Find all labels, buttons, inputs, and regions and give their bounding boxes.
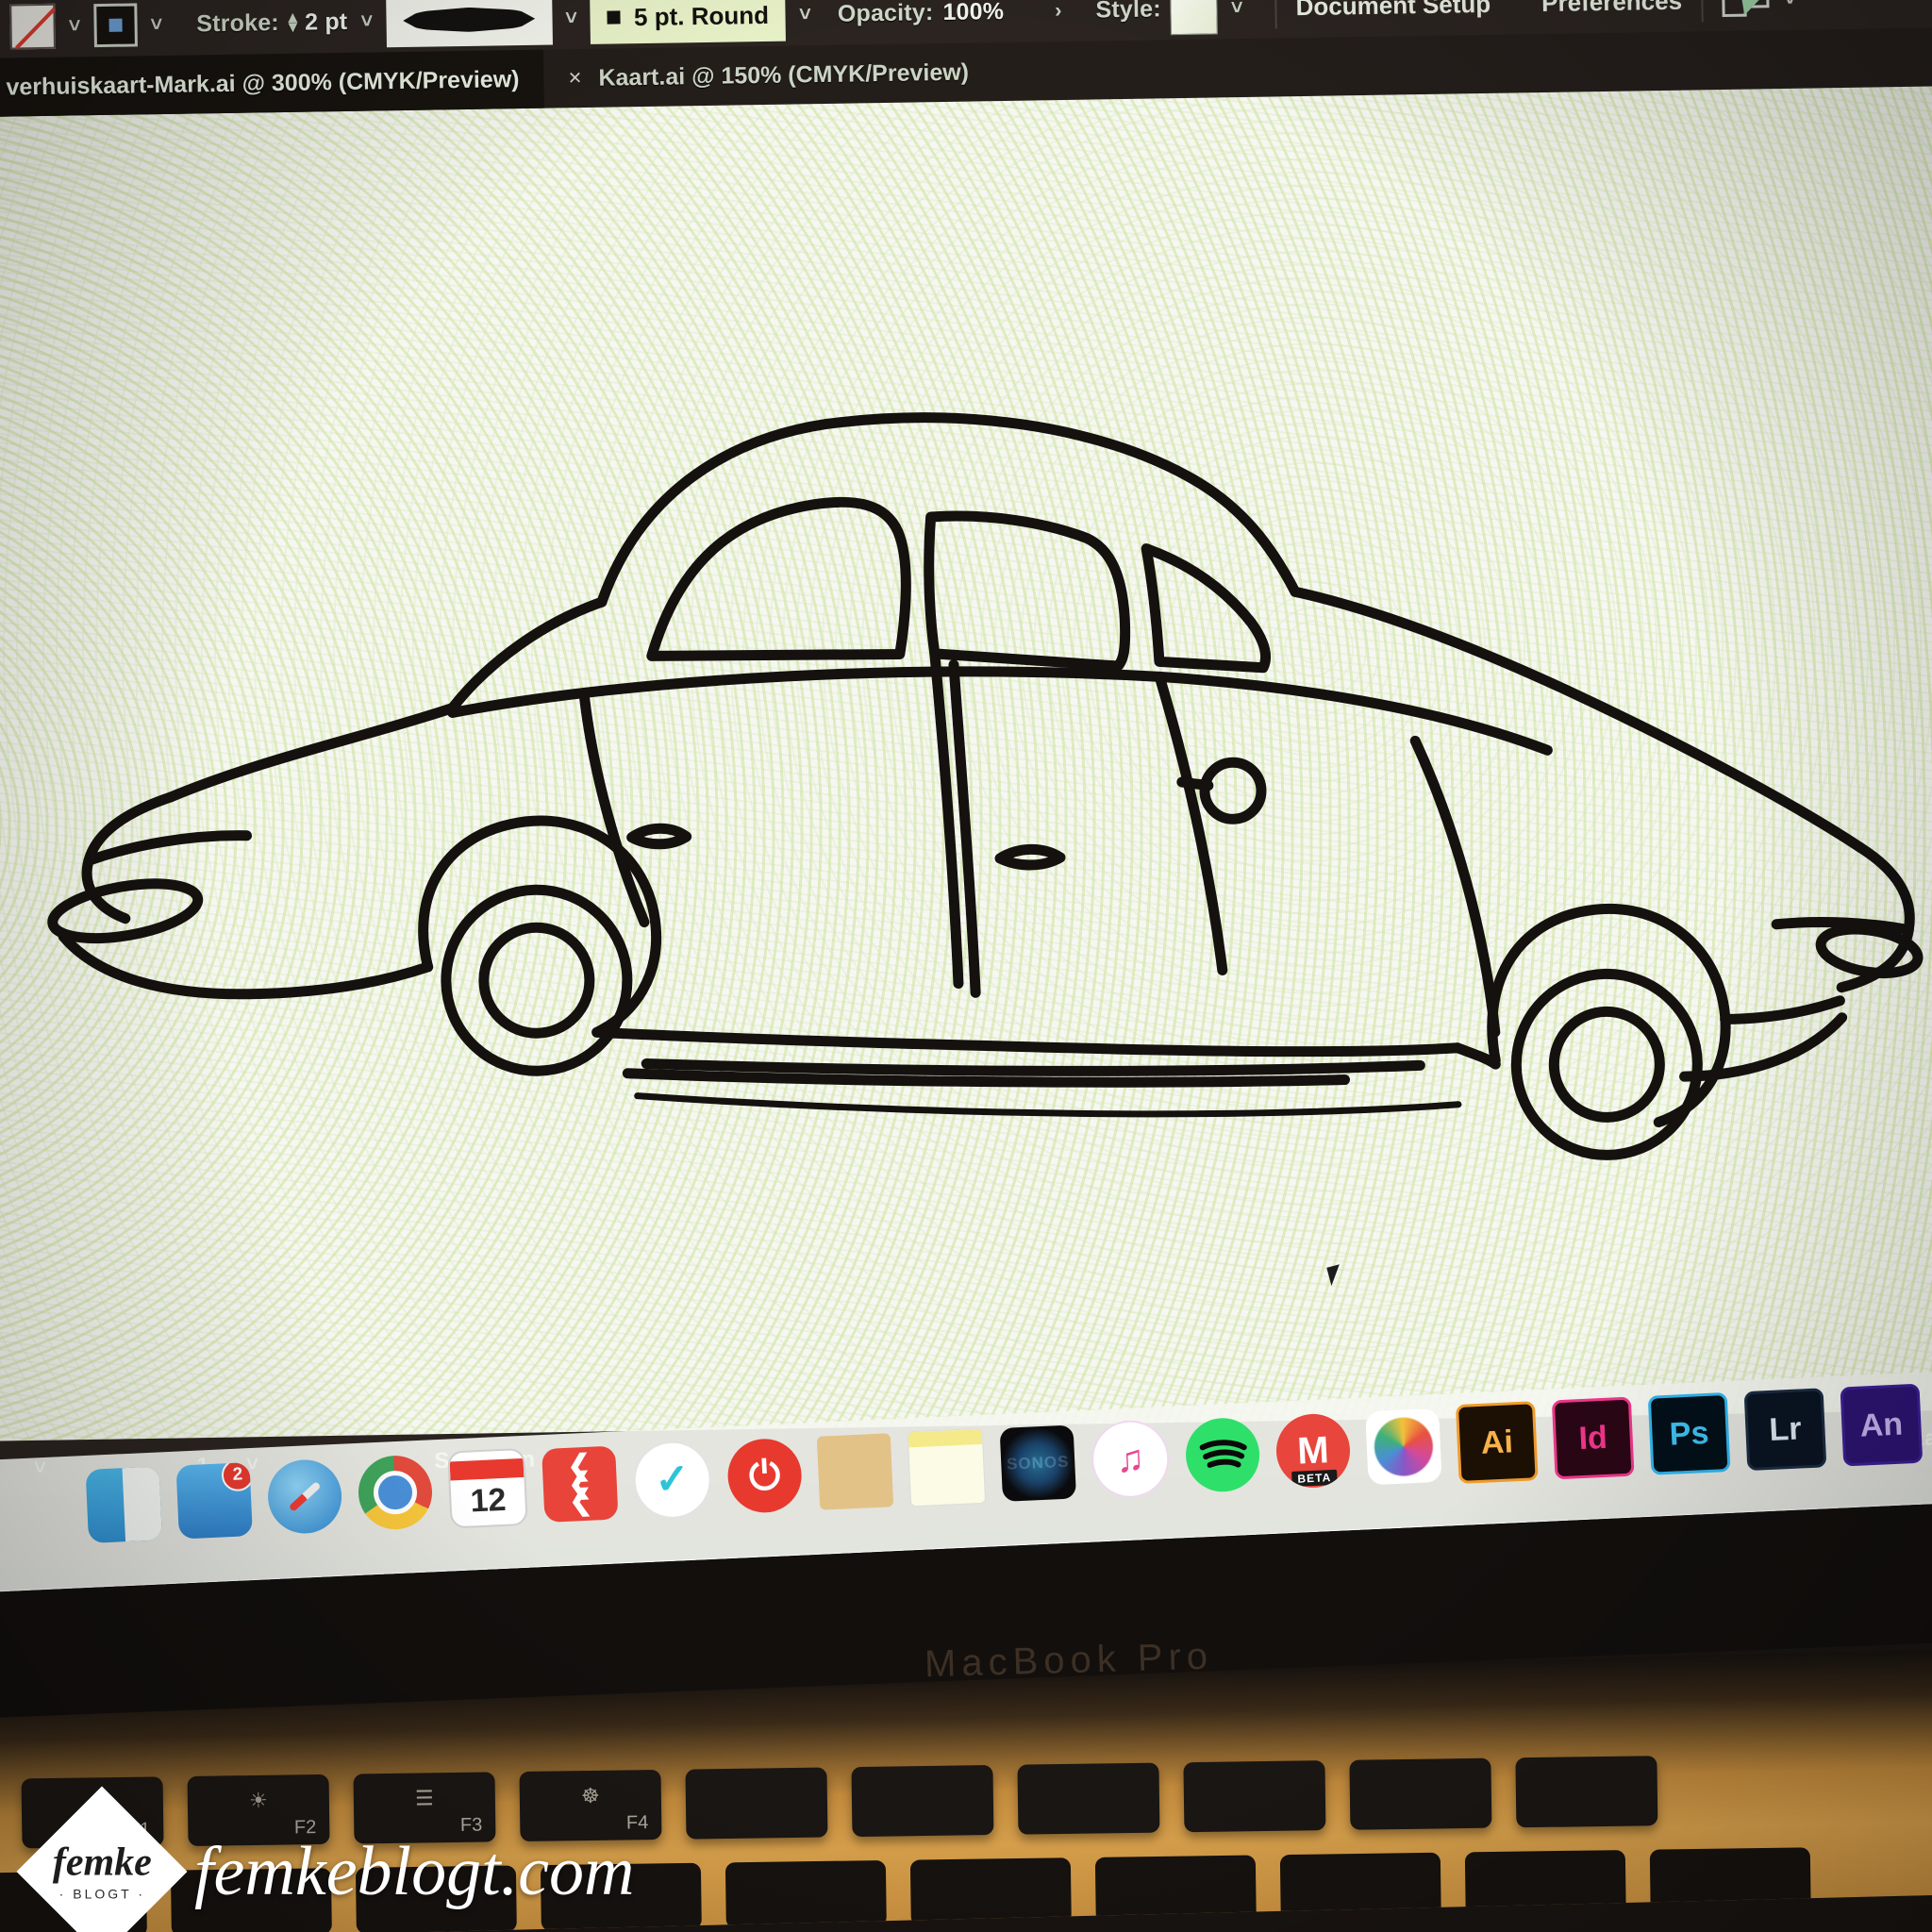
width-profile-icon — [403, 7, 535, 33]
style-chevron-down-icon[interactable]: ˅ — [1231, 0, 1243, 20]
stroke-weight-value[interactable]: 2 pt — [305, 8, 348, 36]
blog-url-text: femkeblogt.com — [194, 1832, 635, 1910]
screenshot-root: F1 ☀ F2 ☰ F3 ☸ F4 — [0, 0, 1932, 1932]
dock-item-chrome[interactable] — [357, 1454, 434, 1531]
dock-item-power-shutdown[interactable]: ⏻ — [725, 1437, 804, 1515]
laptop-screen: ˅ ˅ Stroke: ▴ ▾ 2 pt ˅ ˅ 5 pt. Round ˅ O… — [0, 0, 1932, 1509]
mailbox-m-icon: M — [1296, 1429, 1330, 1473]
todoist-chevrons-icon: ❮ ❮ ❮ — [566, 1449, 593, 1518]
tab-title-1: verhuiskaart-Mark.ai @ 300% (CMYK/Previe… — [6, 65, 520, 101]
key-f8[interactable] — [1183, 1760, 1326, 1833]
width-profile-chevron-down-icon[interactable]: ˅ — [565, 6, 577, 30]
dock-item-todoist[interactable]: ❮ ❮ ❮ — [541, 1445, 619, 1523]
stroke-weight-stepper[interactable]: ▴ ▾ — [289, 8, 298, 36]
dock-item-illustrator[interactable]: Ai — [1455, 1401, 1539, 1484]
femke-logo-subtext: · BLOGT · — [58, 1885, 145, 1901]
macbook-pro-label: MacBook Pro — [924, 1635, 1214, 1686]
dock-item-finder[interactable] — [85, 1466, 163, 1543]
blog-watermark: femke · BLOGT · femkeblogt.com — [16, 1786, 635, 1932]
key-row2-10[interactable] — [1649, 1847, 1811, 1916]
key-row2-7[interactable] — [1094, 1855, 1257, 1924]
brush-swatch-icon — [607, 10, 622, 25]
dock-item-spotify[interactable] — [1184, 1416, 1261, 1494]
animate-wordmark: An — [1858, 1406, 1904, 1444]
lightroom-wordmark: Lr — [1768, 1409, 1803, 1448]
mail-badge-count: 2 — [221, 1462, 253, 1492]
document-setup-button[interactable]: Document Setup — [1295, 0, 1491, 22]
dock-item-indesign[interactable]: Id — [1551, 1396, 1635, 1480]
dock-item-itunes[interactable]: ♫ — [1090, 1418, 1172, 1500]
stroke-chevron-down-icon[interactable]: ˅ — [150, 12, 162, 37]
key-f6[interactable] — [851, 1765, 994, 1838]
key-row2-9[interactable] — [1464, 1850, 1626, 1919]
power-icon: ⏻ — [747, 1452, 782, 1499]
illustrator-wordmark: Ai — [1479, 1423, 1514, 1461]
key-f10[interactable] — [1515, 1756, 1658, 1828]
preferences-button[interactable]: Preferences — [1541, 0, 1682, 18]
femke-logo-text: femke — [52, 1840, 152, 1884]
key-f7[interactable] — [1017, 1762, 1160, 1835]
opacity-value[interactable]: 100% — [942, 0, 1004, 25]
key-f3-symbol: ☰ — [414, 1786, 434, 1810]
control-bar-divider-2 — [1700, 0, 1704, 23]
fill-chevron-down-icon[interactable]: ˅ — [68, 13, 80, 38]
dock-item-photoshop[interactable]: Ps — [1647, 1391, 1731, 1475]
key-row2-6[interactable] — [909, 1857, 1072, 1926]
stroke-weight-label: Stroke: — [196, 8, 280, 37]
music-note-icon: ♫ — [1115, 1438, 1146, 1481]
key-f5[interactable] — [685, 1767, 828, 1840]
key-row2-5[interactable] — [724, 1860, 887, 1929]
none-fill-swatch[interactable] — [9, 3, 56, 50]
photos-flower-icon — [1373, 1416, 1435, 1477]
control-bar-divider — [1274, 0, 1277, 29]
tab-kaart[interactable]: × Kaart.ai @ 150% (CMYK/Preview) — [543, 42, 994, 108]
key-f9[interactable] — [1349, 1757, 1492, 1830]
dock-item-animate[interactable]: An — [1840, 1383, 1924, 1467]
key-f4-symbol: ☸ — [580, 1783, 600, 1808]
opacity-label: Opacity: — [837, 0, 934, 27]
illustrator-canvas[interactable] — [0, 72, 1932, 1451]
dock-item-mail[interactable]: 2 — [175, 1462, 253, 1540]
key-f2-symbol: ☀ — [248, 1788, 268, 1813]
stroke-weight-chevron-down-icon[interactable]: ˅ — [360, 8, 373, 33]
align-objects-icon[interactable] — [1721, 0, 1772, 19]
compass-needle-icon — [288, 1480, 322, 1512]
brush-definition-value: 5 pt. Round — [633, 0, 770, 31]
dock-item-notes[interactable] — [816, 1433, 894, 1510]
calendar-day-number: 12 — [469, 1481, 508, 1520]
tab-close-icon[interactable]: × — [568, 65, 581, 92]
dock-item-stickies[interactable] — [907, 1427, 987, 1507]
opacity-arrow-right-icon[interactable]: › — [1055, 0, 1062, 23]
spotify-waves-icon — [1199, 1440, 1247, 1468]
align-chevron-down-icon[interactable]: ˅ — [1784, 0, 1796, 11]
dock-item-safari[interactable] — [266, 1457, 343, 1536]
style-label: Style: — [1095, 0, 1161, 23]
dock-item-lightroom[interactable]: Lr — [1743, 1388, 1827, 1472]
sonos-wordmark: SONOS — [1006, 1452, 1070, 1474]
brush-chevron-down-icon[interactable]: ˅ — [799, 2, 811, 26]
width-profile-dropdown[interactable] — [385, 0, 553, 48]
dock-item-sonos[interactable]: SONOS — [999, 1424, 1077, 1502]
stroke-swatch[interactable] — [93, 3, 138, 48]
dock-item-things[interactable]: ✓ — [631, 1439, 713, 1521]
graphic-style-swatch[interactable] — [1170, 0, 1219, 36]
car-line-artwork[interactable] — [0, 72, 1932, 1451]
dock-item-calendar[interactable]: 12 — [447, 1447, 528, 1529]
dock-item-photos[interactable] — [1365, 1407, 1442, 1486]
photoshop-wordmark: Ps — [1668, 1414, 1710, 1453]
checkmark-icon: ✓ — [654, 1455, 691, 1504]
tab-title-2: Kaart.ai @ 150% (CMYK/Preview) — [598, 58, 970, 92]
indesign-wordmark: Id — [1577, 1419, 1608, 1457]
mailbox-beta-badge: BETA — [1291, 1469, 1338, 1487]
dock-item-mailbox[interactable]: M BETA — [1274, 1412, 1352, 1490]
key-row2-8[interactable] — [1279, 1852, 1441, 1922]
tab-verhuiskaart-mark[interactable]: verhuiskaart-Mark.ai @ 300% (CMYK/Previe… — [0, 49, 544, 117]
brush-definition-dropdown[interactable]: 5 pt. Round — [590, 0, 787, 44]
